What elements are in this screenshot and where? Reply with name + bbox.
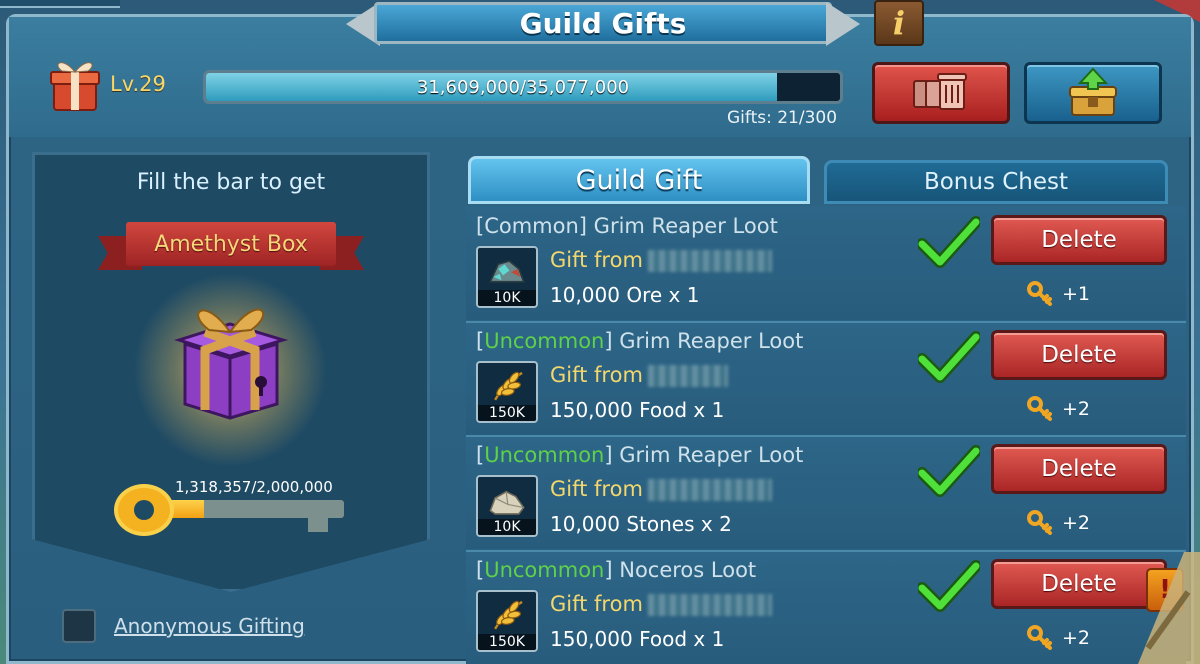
reward-name: Amethyst Box [154,231,308,257]
gift-name: Noceros Loot [619,558,757,582]
delete-button[interactable]: Delete [991,444,1167,494]
anonymous-gifting-link[interactable]: Anonymous Gifting [114,614,305,638]
key-reward: +2 [1026,624,1090,652]
next-arrow-icon[interactable] [826,2,860,46]
level-label: Lv.29 [110,72,166,96]
delete-label: Delete [1041,571,1117,597]
item-qty: 10K [478,519,536,535]
gift-title: [Uncommon] Grim Reaper Loot [476,443,804,467]
key-icon [1027,281,1052,306]
tab-guild-gift[interactable]: Guild Gift [468,156,810,204]
key-tooth [308,516,328,532]
item-qty: 150K [478,405,536,421]
wheat-icon: 150K [476,361,538,423]
gift-rarity: Uncommon [484,558,605,582]
tab-label: Bonus Chest [923,169,1069,195]
chest-upload-icon [1069,67,1117,116]
row-divider [466,550,1186,552]
gift-from-label: Gift from [550,592,643,616]
title-bar: Guild Gifts [374,2,832,44]
anonymous-checkbox[interactable] [62,609,96,643]
delete-button[interactable]: Delete [991,330,1167,380]
delete-all-button[interactable] [872,62,1010,124]
amethyst-box-icon[interactable] [165,292,295,422]
key-count: +2 [1062,627,1091,649]
gift-from-label: Gift from [550,477,643,501]
gift-rarity: Uncommon [484,443,605,467]
item-qty: 10K [478,290,536,306]
guild-progress-text: 31,609,000/35,077,000 [416,76,630,98]
gift-from-label: Gift from [550,248,643,272]
trash-icon [913,73,967,110]
key-reward: +2 [1026,395,1090,423]
corner-tab [0,0,120,8]
open-chest-button[interactable] [1024,62,1162,124]
reward-ribbon: Amethyst Box [98,222,364,274]
key-progress-text: 1,318,357/2,000,000 [175,478,333,496]
fill-bar-text: Fill the bar to get [136,170,326,195]
gift-box-icon [50,62,100,111]
row-divider [466,435,1186,437]
gift-reward: 10,000 Ore x 1 [550,283,700,307]
key-hole [134,500,154,520]
gift-name: Grim Reaper Loot [619,329,804,353]
ore-icon: 10K [476,246,538,308]
key-count: +2 [1062,398,1091,420]
gift-title: [Uncommon] Noceros Loot [476,558,757,582]
delete-label: Delete [1041,342,1117,368]
sender-name-redacted [648,365,728,387]
gift-title: [Common] Grim Reaper Loot [476,214,778,238]
sender-name-redacted [648,594,772,616]
guild-progress-bar: 31,609,000/35,077,000 [203,70,843,104]
gift-name: Grim Reaper Loot [619,443,804,467]
checkmark-icon [918,560,980,612]
gift-count: Gifts: 21/300 [727,108,838,128]
key-count: +1 [1062,283,1091,305]
checkmark-icon [918,445,980,497]
item-qty: 150K [478,634,536,650]
gift-reward: 150,000 Food x 1 [550,627,725,651]
key-count: +2 [1062,512,1091,534]
tab-label: Guild Gift [575,164,703,196]
sender-name-redacted [648,250,772,272]
tab-bonus-chest[interactable]: Bonus Chest [824,160,1168,204]
key-icon [1027,510,1052,535]
key-icon [1027,396,1052,421]
sender-name-redacted [648,479,772,501]
info-button[interactable]: i [874,0,924,46]
key-icon [1027,625,1052,650]
wheat-icon: 150K [476,590,538,652]
row-divider [466,321,1186,323]
gift-title: [Uncommon] Grim Reaper Loot [476,329,804,353]
page-title: Guild Gifts [519,6,687,40]
key-reward: +1 [1026,280,1090,308]
delete-label: Delete [1041,456,1117,482]
delete-label: Delete [1041,227,1117,253]
delete-button[interactable]: Delete [991,215,1167,265]
gift-name: Grim Reaper Loot [593,214,778,238]
gift-reward: 10,000 Stones x 2 [550,512,732,536]
info-icon: i [892,4,906,42]
sword-decoration-icon [1138,552,1200,664]
checkmark-icon [918,331,980,383]
checkmark-icon [918,216,980,268]
gift-rarity: Uncommon [484,329,605,353]
gift-rarity: Common [484,214,579,238]
stone-icon: 10K [476,475,538,537]
key-reward: +2 [1026,509,1090,537]
gift-reward: 150,000 Food x 1 [550,398,725,422]
title-banner: Guild Gifts [346,0,860,46]
gift-from-label: Gift from [550,363,643,387]
